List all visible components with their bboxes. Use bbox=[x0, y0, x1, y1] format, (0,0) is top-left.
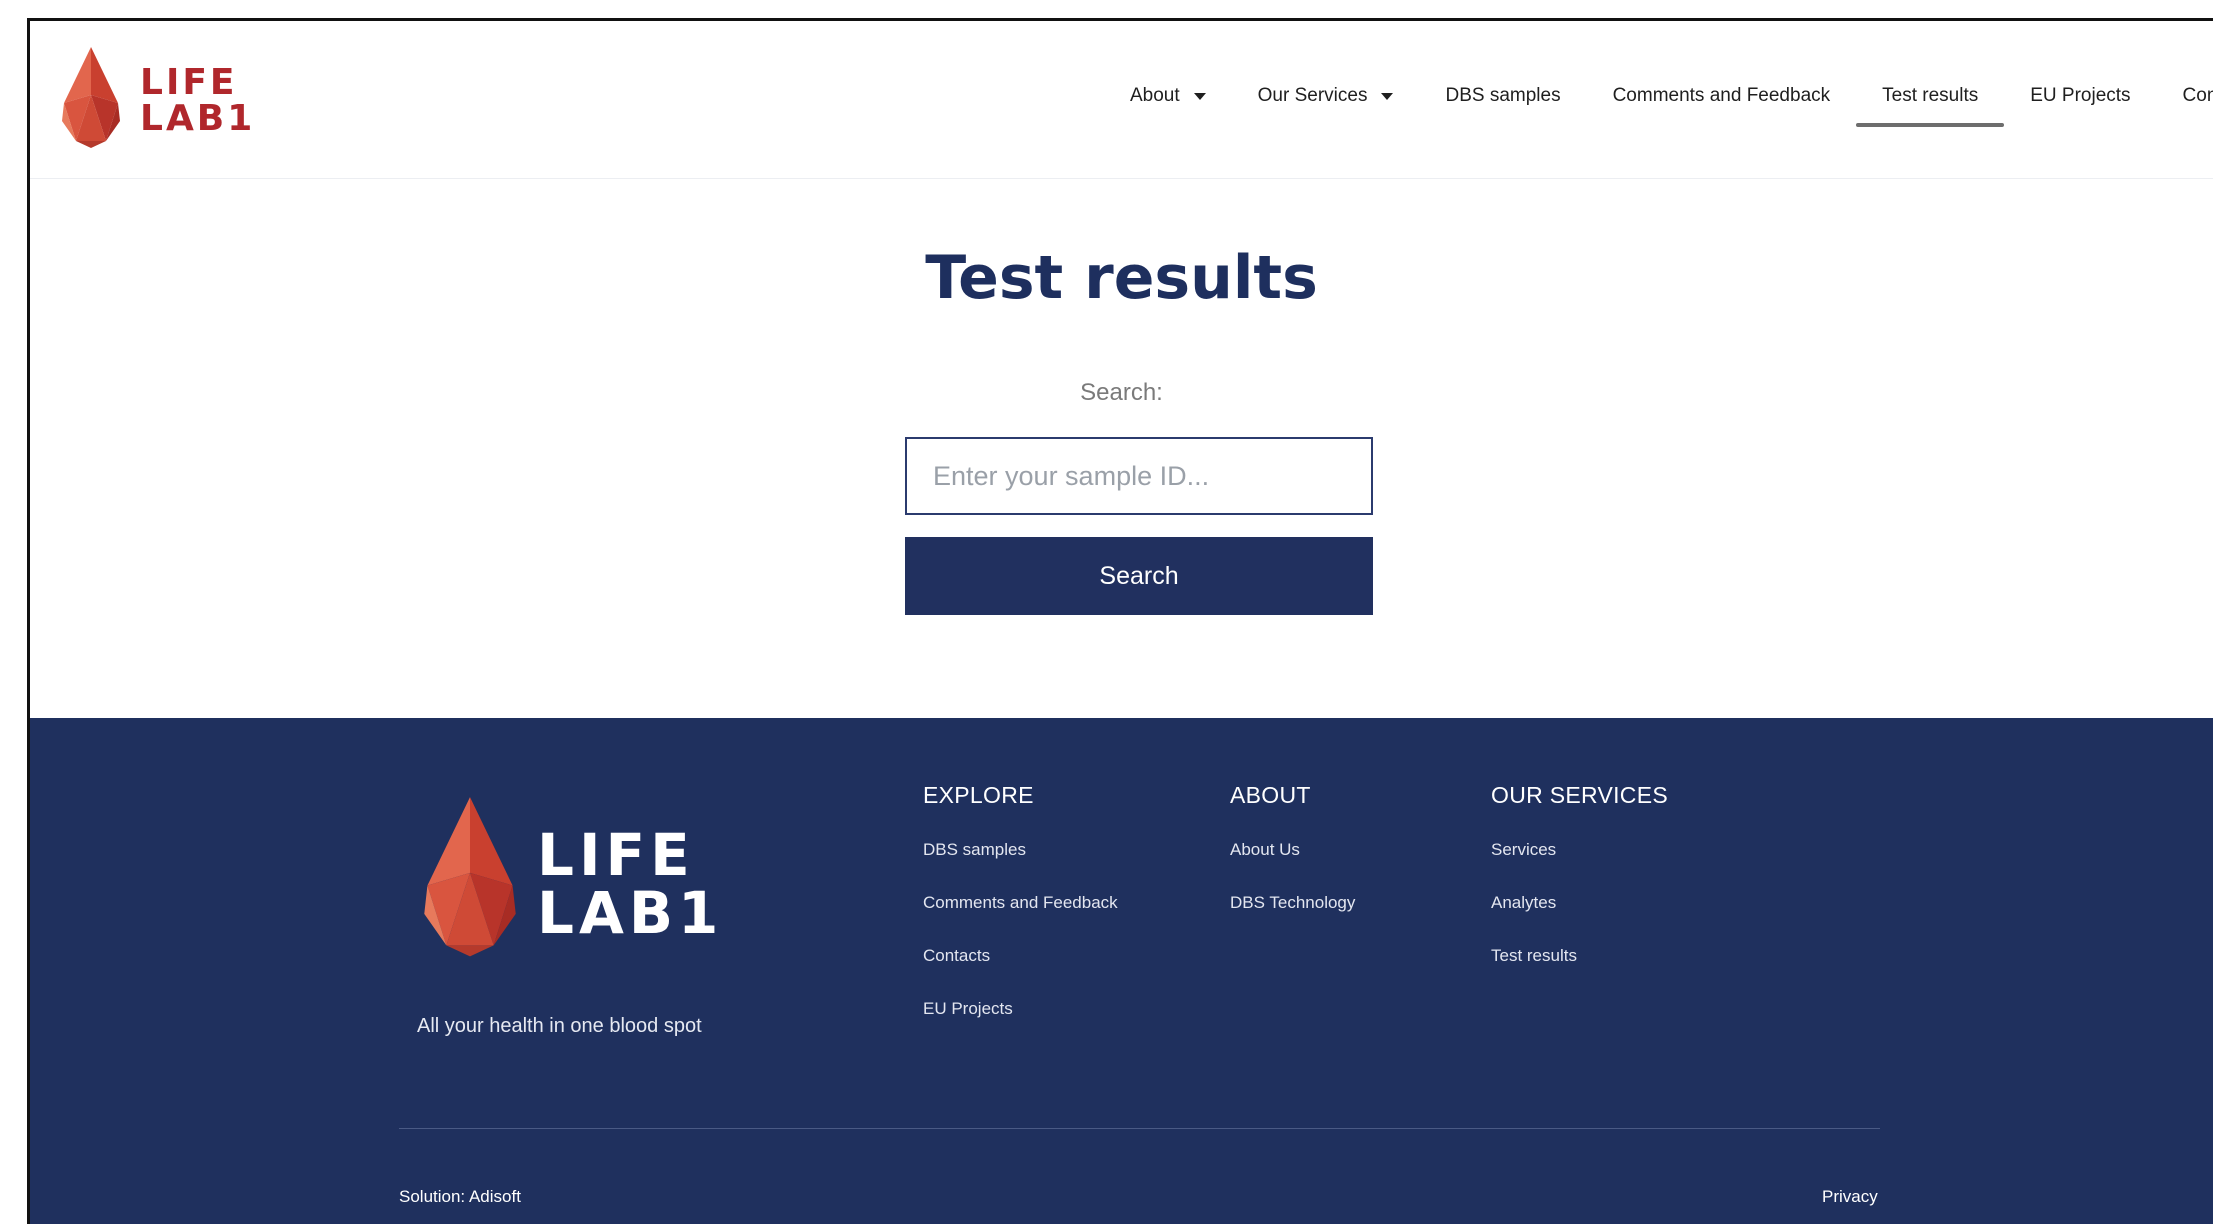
site-footer: LIFE LAB1 All your health in one blood s… bbox=[30, 718, 2213, 1224]
footer-logo-line-1: LIFE bbox=[537, 821, 695, 889]
search-label: Search: bbox=[1080, 379, 1163, 406]
footer-logo-wordmark: LIFE LAB1 bbox=[537, 826, 723, 942]
logo-line-2: LAB1 bbox=[140, 98, 256, 139]
blood-drop-icon bbox=[424, 797, 516, 957]
browser-viewport: LIFE LAB1 About Our Services DBS samples… bbox=[27, 18, 2213, 1224]
footer-divider bbox=[399, 1128, 1880, 1129]
footer-privacy-link[interactable]: Privacy bbox=[1822, 1187, 1878, 1207]
footer-link-comments-feedback[interactable]: Comments and Feedback bbox=[923, 892, 1118, 945]
nav-item-label: Test results bbox=[1882, 85, 1979, 106]
footer-logo-line-2: LAB1 bbox=[537, 879, 724, 947]
nav-item-label: EU Projects bbox=[2030, 85, 2131, 106]
nav-item-eu-projects[interactable]: EU Projects bbox=[2004, 77, 2156, 123]
footer-link-dbs-technology[interactable]: DBS Technology bbox=[1230, 892, 1355, 945]
nav-item-label: DBS samples bbox=[1445, 85, 1561, 106]
logo-wordmark: LIFE LAB1 bbox=[140, 65, 255, 137]
nav-item-test-results[interactable]: Test results bbox=[1856, 77, 2005, 127]
footer-column-our-services: OUR SERVICES Services Analytes Test resu… bbox=[1491, 782, 1668, 998]
footer-link-test-results[interactable]: Test results bbox=[1491, 945, 1668, 998]
nav-item-label: About bbox=[1130, 85, 1180, 106]
logo-line-1: LIFE bbox=[140, 62, 238, 103]
main-nav: About Our Services DBS samples Comments … bbox=[1104, 77, 2213, 127]
footer-column-explore: EXPLORE DBS samples Comments and Feedbac… bbox=[923, 782, 1118, 1051]
footer-link-contacts[interactable]: Contacts bbox=[923, 945, 1118, 998]
footer-link-analytes[interactable]: Analytes bbox=[1491, 892, 1668, 945]
site-logo[interactable]: LIFE LAB1 bbox=[56, 45, 252, 149]
footer-link-about-us[interactable]: About Us bbox=[1230, 839, 1355, 892]
footer-column-heading: ABOUT bbox=[1230, 782, 1311, 808]
footer-link-eu-projects[interactable]: EU Projects bbox=[923, 998, 1118, 1051]
nav-item-label: Comments and Feedback bbox=[1612, 85, 1831, 106]
chevron-down-icon bbox=[1193, 92, 1206, 100]
site-header: LIFE LAB1 About Our Services DBS samples… bbox=[30, 21, 2213, 179]
sample-id-search-input[interactable] bbox=[905, 437, 1373, 515]
footer-credit: Solution: Adisoft bbox=[399, 1187, 521, 1206]
nav-item-our-services[interactable]: Our Services bbox=[1232, 77, 1420, 123]
footer-link-dbs-samples[interactable]: DBS samples bbox=[923, 839, 1118, 892]
footer-column-about: ABOUT About Us DBS Technology bbox=[1230, 782, 1355, 945]
nav-item-label: Our Services bbox=[1257, 85, 1368, 106]
page-title: Test results bbox=[925, 243, 1318, 313]
nav-item-dbs-samples[interactable]: DBS samples bbox=[1419, 77, 1586, 123]
nav-item-label: Contacts bbox=[2182, 85, 2213, 106]
blood-drop-icon bbox=[62, 47, 120, 148]
footer-column-heading: EXPLORE bbox=[923, 782, 1034, 808]
footer-link-services[interactable]: Services bbox=[1491, 839, 1668, 892]
chevron-down-icon bbox=[1381, 92, 1394, 100]
footer-column-heading: OUR SERVICES bbox=[1491, 782, 1668, 808]
nav-item-about[interactable]: About bbox=[1104, 77, 1232, 123]
footer-tagline: All your health in one blood spot bbox=[417, 1015, 702, 1037]
nav-item-contacts[interactable]: Contacts bbox=[2157, 77, 2213, 123]
nav-item-comments-feedback[interactable]: Comments and Feedback bbox=[1587, 77, 1857, 123]
footer-logo[interactable]: LIFE LAB1 bbox=[414, 794, 724, 964]
search-button[interactable]: Search bbox=[905, 537, 1373, 615]
